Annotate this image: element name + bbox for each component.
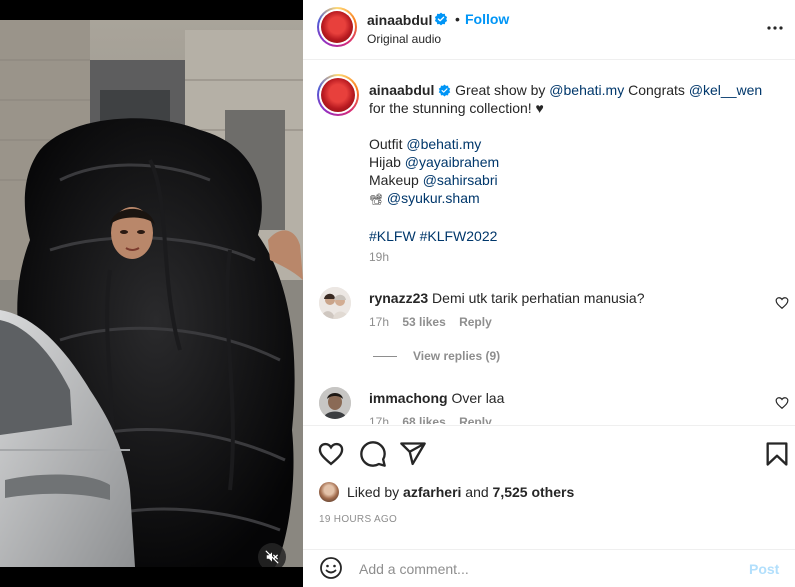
reply-button[interactable]: Reply [459,415,492,424]
mention-link[interactable]: @behati.my [549,82,624,98]
share-icon[interactable] [399,440,427,468]
commenter-username[interactable]: rynazz23 [369,290,428,306]
commenter-avatar[interactable] [319,387,351,419]
liker-avatar[interactable] [319,482,339,502]
post-caption: ainaabdul Great show by @behati.my Congr… [369,81,781,245]
caption-text-part: Congrats [628,82,685,98]
caption-username[interactable]: ainaabdul [369,82,434,98]
post-comment-button[interactable]: Post [749,561,779,577]
heart-icon[interactable] [775,296,789,310]
heart-icon[interactable] [317,440,345,468]
commenter-username[interactable]: immachong [369,390,448,406]
verified-badge-icon [434,12,448,26]
comment-meta: 17h 53 likes Reply [369,315,502,329]
comment-likes[interactable]: 68 likes [402,415,445,424]
hashtag-link[interactable]: #KLFW [369,228,416,244]
comment-likes[interactable]: 53 likes [402,315,445,329]
comment-time[interactable]: 17h [369,315,389,329]
mute-button[interactable] [258,543,286,567]
likes-summary: Liked by azfarheri and 7,525 others [319,482,574,502]
reply-button[interactable]: Reply [459,315,492,329]
video-frame [0,20,303,567]
follow-button[interactable]: Follow [465,11,509,27]
audio-label[interactable]: Original audio [367,32,441,46]
post-header: ainaabdul • Follow Original audio [303,0,795,60]
verified-badge-icon [439,84,451,97]
comment-item: immachong Over laa 17h 68 likes Reply [303,383,795,424]
heart-icon[interactable] [775,396,789,410]
post-actions: Liked by azfarheri and 7,525 others 19 H… [303,425,795,539]
credit-label: Hijab [369,154,401,170]
speaker-muted-icon [265,550,279,564]
liked-by-prefix: Liked by [347,484,400,500]
author-avatar[interactable] [317,7,357,47]
media-panel [0,0,303,587]
caption-author-avatar[interactable] [317,74,359,116]
smiley-icon[interactable] [319,556,343,580]
author-username[interactable]: ainaabdul [367,12,432,28]
comment-text: Over laa [451,390,505,406]
liked-by-others[interactable]: 7,525 others [493,484,575,500]
hashtag-link[interactable]: #KLFW2022 [420,228,498,244]
mention-link[interactable]: @yayaibrahem [405,154,499,170]
liked-by-user[interactable]: azfarheri [403,484,461,500]
view-replies-button[interactable]: View replies (9) [373,349,500,363]
add-comment-bar: Post [303,549,795,587]
comment-body: rynazz23 Demi utk tarik perhatian manusi… [369,290,644,306]
caption-text-part: for the stunning collection! ♥ [369,100,544,116]
header-separator: • [455,11,460,27]
comment-time[interactable]: 17h [369,415,389,424]
comment-icon[interactable] [359,440,387,468]
comments-section[interactable]: ainaabdul Great show by @behati.my Congr… [303,61,795,424]
comment-meta: 17h 68 likes Reply [369,415,502,424]
mention-link[interactable]: @sahirsabri [423,172,498,188]
video-camera-emoji: 📽 [369,194,383,206]
caption-timestamp[interactable]: 19h [369,250,389,264]
credit-label: Makeup [369,172,419,188]
caption-text-part: Great show by [455,82,546,98]
comment-item: rynazz23 Demi utk tarik perhatian manusi… [303,283,795,343]
mention-link[interactable]: @syukur.sham [387,190,480,206]
comment-body: immachong Over laa [369,390,504,406]
comment-text: Demi utk tarik perhatian manusia? [432,290,645,306]
liked-by-and: and [465,484,489,500]
post-date[interactable]: 19 HOURS AGO [319,514,397,525]
post-modal: ainaabdul • Follow Original audio ainaab… [0,0,795,587]
mention-link[interactable]: @kel__wen [689,82,762,98]
view-replies-label: View replies (9) [413,349,501,363]
credit-label: Outfit [369,136,403,152]
bookmark-icon[interactable] [763,440,791,468]
commenter-avatar[interactable] [319,287,351,319]
mention-link[interactable]: @behati.my [406,136,481,152]
more-horizontal-icon[interactable] [763,16,787,40]
post-details-panel: ainaabdul • Follow Original audio ainaab… [303,0,795,587]
comment-input[interactable] [359,556,729,582]
post-video[interactable] [0,20,303,567]
